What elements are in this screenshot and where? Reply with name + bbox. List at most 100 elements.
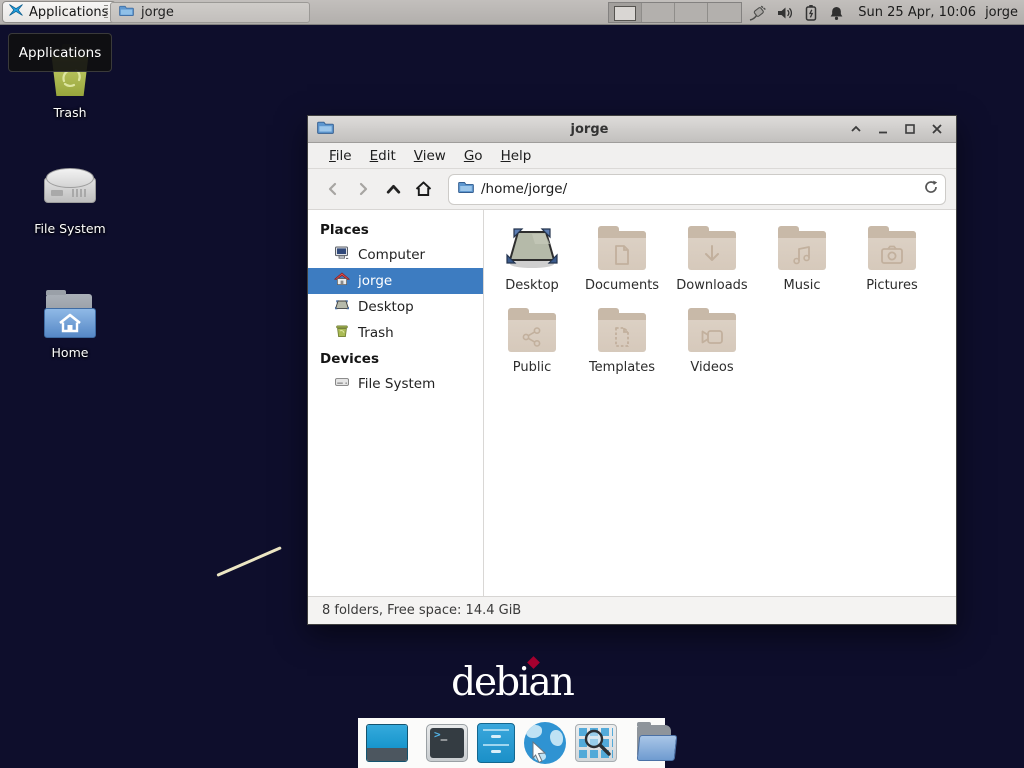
system-tray: Sun 25 Apr, 10:06 jorge (748, 0, 1018, 25)
notifications-bell-icon[interactable] (828, 4, 845, 22)
close-button[interactable] (926, 119, 947, 140)
desktop-icon-label: Home (52, 345, 89, 360)
application-finder-icon (575, 724, 617, 762)
file-grid: Desktop Documents Downloads Music (484, 210, 956, 596)
folder-icon (119, 3, 134, 22)
desktop-icon-label: File System (34, 221, 106, 236)
drive-icon (334, 374, 350, 394)
statusbar: 8 folders, Free space: 14.4 GiB (308, 596, 956, 624)
network-plug-icon[interactable] (748, 4, 767, 22)
dock-web-browser-button[interactable] (524, 723, 566, 763)
menu-view[interactable]: View (405, 145, 455, 167)
trash-icon (334, 323, 350, 343)
statusbar-text: 8 folders, Free space: 14.4 GiB (322, 603, 521, 618)
desktop-line-artifact (216, 546, 281, 577)
sidebar-item-label: jorge (358, 273, 392, 289)
taskbar-window-label: jorge (141, 5, 174, 20)
cursor-arrow-icon (529, 740, 549, 764)
sidebar-item-label: Computer (358, 247, 425, 263)
desktop-icon-file-system[interactable]: File System (22, 168, 118, 236)
path-bar[interactable]: /home/jorge/ (448, 174, 946, 205)
file-item-downloads[interactable]: Downloads (667, 224, 757, 293)
applications-tooltip: Applications (8, 33, 112, 72)
path-text[interactable]: /home/jorge/ (481, 181, 916, 197)
file-cabinet-icon (477, 723, 515, 763)
sidebar-item-jorge[interactable]: jorge (308, 268, 483, 294)
taskbar-window-button[interactable]: jorge (110, 2, 310, 23)
file-item-public[interactable]: Public (487, 306, 577, 375)
home-button[interactable] (408, 174, 438, 204)
back-button[interactable] (318, 174, 348, 204)
desktop-icon (334, 297, 350, 317)
documents-folder-icon (598, 231, 646, 270)
show-desktop-icon (366, 724, 408, 762)
applications-button-label: Applications (29, 5, 108, 20)
pictures-folder-icon (868, 231, 916, 270)
tasklist-grip[interactable] (104, 5, 108, 20)
username-label[interactable]: jorge (985, 5, 1018, 20)
applications-button[interactable]: Applications (2, 1, 116, 23)
dock-show-desktop-button[interactable] (366, 723, 408, 763)
dock-application-finder-button[interactable] (575, 723, 617, 763)
menu-edit[interactable]: Edit (361, 145, 405, 167)
shade-button[interactable] (845, 119, 866, 140)
workspace-1[interactable] (609, 3, 642, 22)
file-manager-window: jorge File Edit View Go Help (307, 115, 957, 625)
minimize-button[interactable] (872, 119, 893, 140)
workspace-2[interactable] (642, 3, 675, 22)
file-label: Pictures (866, 278, 917, 293)
path-folder-icon (458, 179, 474, 199)
menubar: File Edit View Go Help (308, 143, 956, 169)
dock-terminal-button[interactable]: >_ (426, 723, 468, 763)
file-item-documents[interactable]: Documents (577, 224, 667, 293)
sidebar-item-computer[interactable]: Computer (308, 242, 483, 268)
clock[interactable]: Sun 25 Apr, 10:06 (858, 5, 976, 20)
dock-folder-button[interactable] (635, 723, 677, 763)
web-browser-globe-icon (524, 722, 566, 764)
workspace-switcher[interactable] (608, 2, 742, 23)
file-item-music[interactable]: Music (757, 224, 847, 293)
public-folder-icon (508, 313, 556, 352)
file-item-videos[interactable]: Videos (667, 306, 757, 375)
sidebar-item-label: Trash (358, 325, 394, 341)
debian-wordmark: debian (440, 660, 584, 705)
music-folder-icon (778, 231, 826, 270)
sidebar: Places Computer jorge Desktop (308, 210, 484, 596)
file-label: Templates (589, 360, 655, 375)
file-item-pictures[interactable]: Pictures (847, 224, 937, 293)
sidebar-item-desktop[interactable]: Desktop (308, 294, 483, 320)
debian-logo-text: debian (451, 660, 573, 705)
file-item-desktop[interactable]: Desktop (487, 224, 577, 293)
up-button[interactable] (378, 174, 408, 204)
computer-icon (334, 245, 350, 265)
workspace-3[interactable] (675, 3, 708, 22)
tooltip-text: Applications (19, 45, 101, 61)
refresh-icon[interactable] (923, 179, 939, 199)
desktop-surface-icon (505, 224, 559, 270)
titlebar[interactable]: jorge (308, 116, 956, 143)
file-item-templates[interactable]: Templates (577, 306, 667, 375)
menu-file[interactable]: File (320, 145, 361, 167)
home-folder-icon (44, 294, 96, 338)
dock-file-manager-button[interactable] (477, 723, 515, 763)
maximize-button[interactable] (899, 119, 920, 140)
menu-help[interactable]: Help (492, 145, 541, 167)
top-panel: Applications jorge Sun 25 Apr, 10:06 jor… (0, 0, 1024, 25)
desktop-icon-home[interactable]: Home (22, 294, 118, 360)
file-label: Documents (585, 278, 659, 293)
places-header: Places (308, 217, 483, 242)
forward-button[interactable] (348, 174, 378, 204)
battery-icon[interactable] (803, 4, 819, 22)
sidebar-item-file-system[interactable]: File System (308, 371, 483, 397)
hard-drive-icon (44, 168, 96, 214)
menu-go[interactable]: Go (455, 145, 492, 167)
file-label: Music (784, 278, 821, 293)
window-folder-icon (317, 119, 334, 140)
file-label: Desktop (505, 278, 559, 293)
downloads-folder-icon (688, 231, 736, 270)
file-label: Videos (690, 360, 733, 375)
sidebar-item-trash[interactable]: Trash (308, 320, 483, 346)
workspace-4[interactable] (708, 3, 741, 22)
home-icon (334, 271, 350, 291)
volume-icon[interactable] (776, 4, 794, 22)
